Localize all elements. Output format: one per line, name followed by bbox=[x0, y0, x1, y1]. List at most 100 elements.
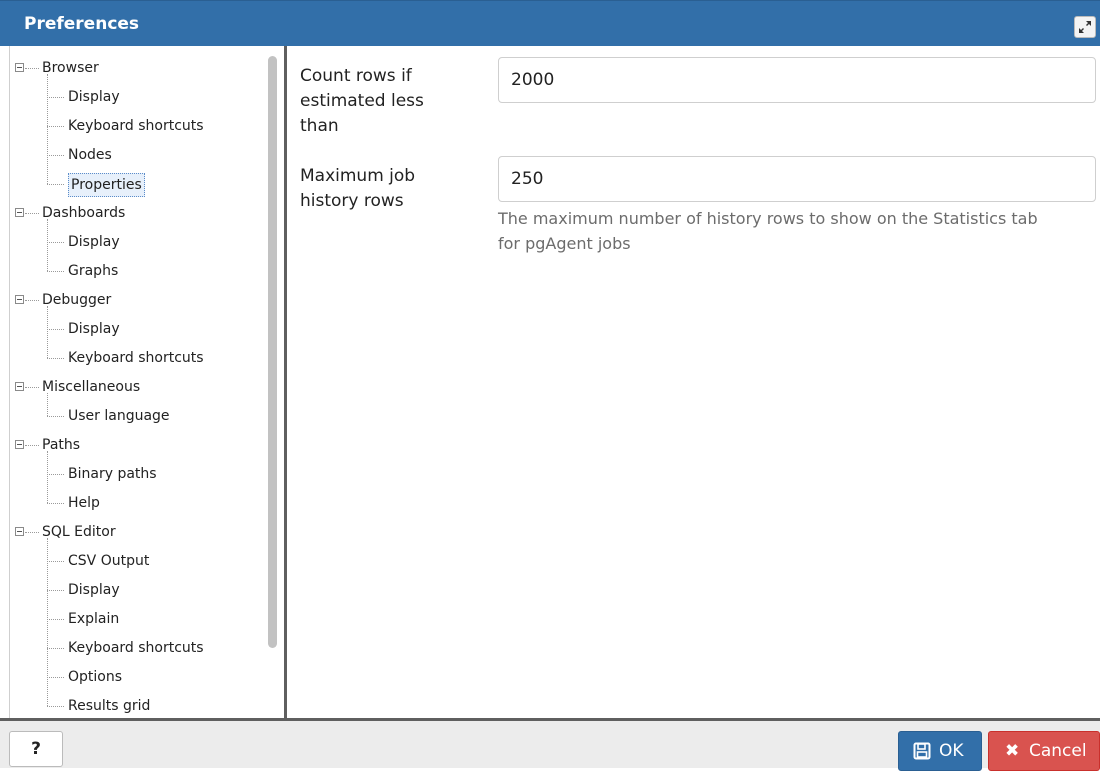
dialog-title: Preferences bbox=[24, 14, 140, 34]
tree-item-label: Display bbox=[68, 234, 120, 250]
tree-item-label: Display bbox=[68, 89, 120, 105]
tree-node-label: SQL Editor bbox=[42, 524, 116, 540]
tree-connector bbox=[47, 155, 64, 156]
times-icon: ✖ bbox=[1005, 741, 1020, 761]
tree-connector bbox=[47, 648, 64, 649]
help-text-line: The maximum number of history rows to sh… bbox=[498, 209, 1038, 228]
tree-item-nodes[interactable]: Nodes bbox=[47, 141, 258, 170]
collapse-icon[interactable] bbox=[15, 208, 24, 217]
collapse-icon[interactable] bbox=[15, 440, 24, 449]
collapse-icon[interactable] bbox=[15, 527, 24, 536]
tree-item-label: Keyboard shortcuts bbox=[68, 118, 204, 134]
tree-connector bbox=[47, 184, 64, 185]
collapse-icon[interactable] bbox=[15, 295, 24, 304]
tree-item-label: CSV Output bbox=[68, 553, 150, 569]
tree-connector bbox=[47, 619, 64, 620]
preferences-tree: Browser Display Keyboard shortcuts Nodes Pro… bbox=[9, 46, 264, 718]
tree-connector bbox=[47, 306, 48, 358]
tree-connector bbox=[47, 271, 64, 272]
cancel-label: Cancel bbox=[1029, 741, 1087, 761]
tree-item-display[interactable]: Display bbox=[47, 315, 258, 344]
max-job-history-label-line: history rows bbox=[300, 191, 404, 211]
tree-item-properties[interactable]: Properties bbox=[47, 170, 258, 199]
tree-item-binary-paths[interactable]: Binary paths bbox=[47, 460, 258, 489]
pane-divider[interactable] bbox=[284, 46, 287, 718]
tree-connector bbox=[47, 74, 48, 184]
tree-scrollbar-thumb[interactable] bbox=[268, 56, 277, 648]
tree-connector bbox=[25, 387, 39, 388]
tree-item-user-language[interactable]: User language bbox=[47, 402, 258, 431]
tree-item-label: Nodes bbox=[68, 147, 112, 163]
cancel-button[interactable]: ✖ Cancel bbox=[988, 731, 1100, 771]
tree-item-label: Display bbox=[68, 582, 120, 598]
tree-connector bbox=[47, 590, 64, 591]
tree-connector bbox=[47, 393, 48, 416]
tree-connector bbox=[47, 561, 64, 562]
ok-button[interactable]: OK bbox=[898, 731, 982, 771]
tree-node-label: Miscellaneous bbox=[42, 379, 141, 395]
tree-connector bbox=[47, 242, 64, 243]
maximize-button[interactable] bbox=[1074, 16, 1096, 38]
tree-item-options[interactable]: Options bbox=[47, 663, 258, 692]
tree-item-label: Help bbox=[68, 495, 100, 511]
tree-item-label: Explain bbox=[68, 611, 120, 627]
tree-item-label: Display bbox=[68, 321, 120, 337]
tree-item-label: Keyboard shortcuts bbox=[68, 350, 204, 366]
tree-item-label: Results grid bbox=[68, 698, 151, 714]
count-rows-input[interactable] bbox=[498, 57, 1096, 103]
tree-connector bbox=[47, 451, 48, 503]
tree-connector bbox=[47, 503, 64, 504]
tree-connector bbox=[25, 68, 39, 69]
help-text-line: for pgAgent jobs bbox=[498, 234, 631, 253]
tree-connector bbox=[47, 416, 64, 417]
tree-connector bbox=[47, 329, 64, 330]
tree-node-label: Browser bbox=[42, 60, 99, 76]
tree-item-label: Keyboard shortcuts bbox=[68, 640, 204, 656]
tree-connector bbox=[25, 532, 39, 533]
tree-item-keyboard-shortcuts[interactable]: Keyboard shortcuts bbox=[47, 634, 258, 663]
tree-item-label: Options bbox=[68, 669, 123, 685]
dialog-footer: ? OK ✖ Cancel bbox=[0, 718, 1100, 771]
tree-item-display[interactable]: Display bbox=[47, 576, 258, 605]
dialog-titlebar: Preferences bbox=[0, 0, 1100, 46]
tree-item-label: Graphs bbox=[68, 263, 119, 279]
count-rows-label-line: than bbox=[300, 116, 339, 136]
save-icon bbox=[913, 742, 931, 760]
ok-label: OK bbox=[939, 741, 964, 761]
tree-item-graphs[interactable]: Graphs bbox=[47, 257, 258, 286]
max-job-history-input[interactable] bbox=[498, 156, 1096, 202]
tree-item-explain[interactable]: Explain bbox=[47, 605, 258, 634]
tree-connector bbox=[47, 126, 64, 127]
tree-item-label: Binary paths bbox=[68, 466, 157, 482]
max-job-history-label-line: Maximum job bbox=[300, 166, 416, 186]
count-rows-label-line: estimated less bbox=[300, 91, 424, 111]
tree-item-display[interactable]: Display bbox=[47, 228, 258, 257]
tree-node-label: Dashboards bbox=[42, 205, 126, 221]
tree-item-help[interactable]: Help bbox=[47, 489, 258, 518]
tree-connector bbox=[25, 300, 39, 301]
tree-item-results-grid[interactable]: Results grid bbox=[47, 692, 258, 718]
collapse-icon[interactable] bbox=[15, 63, 24, 72]
tree-connector bbox=[47, 677, 64, 678]
count-rows-label: Count rows if estimated less than bbox=[300, 64, 424, 139]
tree-connector bbox=[47, 474, 64, 475]
tree-item-keyboard-shortcuts[interactable]: Keyboard shortcuts bbox=[47, 112, 258, 141]
tree-item-keyboard-shortcuts[interactable]: Keyboard shortcuts bbox=[47, 344, 258, 373]
collapse-icon[interactable] bbox=[15, 382, 24, 391]
max-job-history-help: The maximum number of history rows to sh… bbox=[498, 206, 1098, 256]
tree-connector bbox=[47, 97, 64, 98]
help-button[interactable]: ? bbox=[9, 731, 63, 767]
tree-connector bbox=[47, 706, 64, 707]
tree-connector bbox=[25, 445, 39, 446]
count-rows-label-line: Count rows if bbox=[300, 66, 412, 86]
tree-connector bbox=[47, 219, 48, 271]
tree-node-label: Debugger bbox=[42, 292, 112, 308]
tree-connector bbox=[25, 213, 39, 214]
max-job-history-label: Maximum job history rows bbox=[300, 164, 415, 214]
tree-item-label: Properties bbox=[68, 173, 145, 197]
tree-connector bbox=[47, 358, 64, 359]
tree-item-csv-output[interactable]: CSV Output bbox=[47, 547, 258, 576]
tree-item-display[interactable]: Display bbox=[47, 83, 258, 112]
expand-icon bbox=[1079, 21, 1091, 33]
tree-connector bbox=[47, 538, 48, 706]
